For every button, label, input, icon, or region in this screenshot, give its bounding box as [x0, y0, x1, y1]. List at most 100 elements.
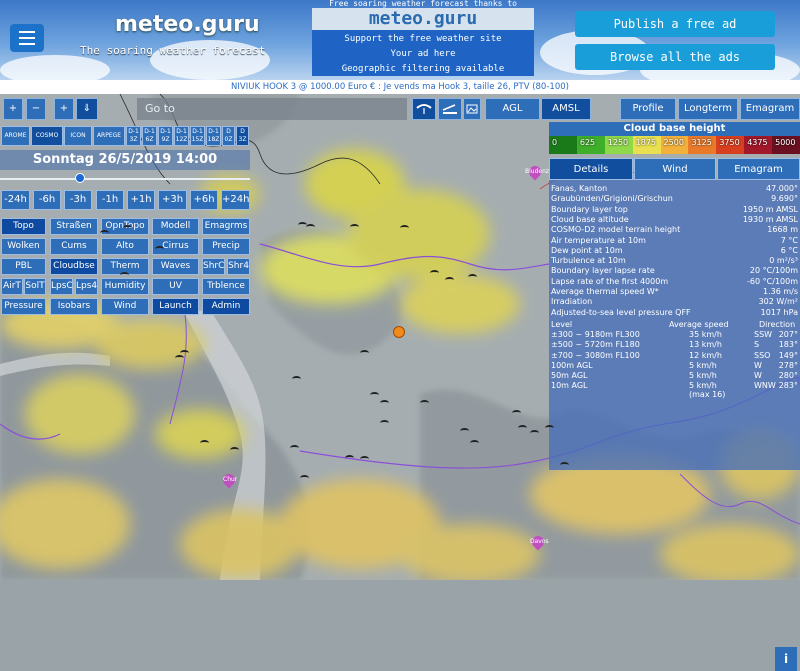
- map-layer-icon[interactable]: [463, 98, 481, 120]
- goto-search-input[interactable]: Go to: [137, 98, 407, 120]
- launch-site-icon[interactable]: [100, 230, 109, 236]
- layer-cloudbase[interactable]: Cloudbse: [50, 258, 98, 275]
- publish-ad-button[interactable]: Publish a free ad: [575, 11, 775, 37]
- day-d-0z[interactable]: D 0Z: [222, 126, 235, 146]
- step-plus-24h[interactable]: +24h: [221, 190, 250, 210]
- forecast-map[interactable]: + − + ⇓ Go to AGL AMSL Profile Longterm …: [0, 94, 800, 671]
- step-minus-1h[interactable]: -1h: [96, 190, 124, 210]
- time-slider-handle[interactable]: [75, 173, 85, 183]
- layer-shr4[interactable]: Shr4: [227, 258, 250, 275]
- amsl-toggle[interactable]: AMSL: [541, 98, 591, 120]
- launch-site-icon[interactable]: [512, 410, 521, 416]
- layer-modell[interactable]: Modell: [152, 218, 199, 235]
- layer-solt[interactable]: SolT: [24, 278, 46, 295]
- landing-icon[interactable]: [438, 98, 462, 120]
- layer-turbulence[interactable]: Trblence: [202, 278, 250, 295]
- launch-site-icon[interactable]: [370, 392, 379, 398]
- launch-site-icon[interactable]: [560, 462, 569, 468]
- agl-toggle[interactable]: AGL: [485, 98, 540, 120]
- launch-site-icon[interactable]: [350, 224, 359, 230]
- launch-site-icon[interactable]: [400, 225, 409, 231]
- launch-site-icon[interactable]: [360, 456, 369, 462]
- emagram-button[interactable]: Emagram: [740, 98, 800, 120]
- step-minus-3h[interactable]: -3h: [64, 190, 92, 210]
- header-ad[interactable]: Free soaring weather forecast thanks to …: [308, 0, 538, 78]
- launch-site-icon[interactable]: [468, 274, 477, 280]
- profile-button[interactable]: Profile: [620, 98, 676, 120]
- ad-ticker[interactable]: NIVIUK HOOK 3 @ 1000.00 Euro € : Je vend…: [0, 80, 800, 94]
- launch-site-icon[interactable]: [420, 400, 429, 406]
- layer-airt[interactable]: AirT: [1, 278, 23, 295]
- layer-alto[interactable]: Alto: [101, 238, 149, 255]
- launch-site-icon[interactable]: [123, 225, 132, 231]
- model-arpege[interactable]: ARPEGE: [93, 126, 125, 146]
- step-minus-6h[interactable]: -6h: [33, 190, 61, 210]
- layer-launch[interactable]: Launch: [152, 298, 199, 315]
- launch-site-icon[interactable]: [530, 430, 539, 436]
- site-title[interactable]: meteo.guru: [115, 12, 260, 37]
- layer-humidity[interactable]: Humidity: [101, 278, 149, 295]
- launch-site-icon[interactable]: [230, 447, 239, 453]
- day-d1-12z[interactable]: D-1 12Z: [174, 126, 189, 146]
- tab-details[interactable]: Details: [549, 158, 633, 180]
- browse-ads-button[interactable]: Browse all the ads: [575, 44, 775, 70]
- launch-site-icon[interactable]: [430, 270, 439, 276]
- selected-location-marker[interactable]: [393, 326, 405, 338]
- launch-site-icon[interactable]: [306, 224, 315, 230]
- step-plus-3h[interactable]: +3h: [158, 190, 187, 210]
- launch-site-icon[interactable]: [360, 350, 369, 356]
- layer-waves[interactable]: Waves: [152, 258, 199, 275]
- launch-site-icon[interactable]: [445, 277, 454, 283]
- day-d1-6z[interactable]: D-1 6Z: [142, 126, 157, 146]
- step-plus-1h[interactable]: +1h: [127, 190, 155, 210]
- layer-uv[interactable]: UV: [152, 278, 199, 295]
- layer-cums[interactable]: Cums: [50, 238, 98, 255]
- tab-emagram[interactable]: Emagram: [717, 158, 800, 180]
- layer-precip[interactable]: Precip: [202, 238, 250, 255]
- launch-site-icon[interactable]: [155, 246, 164, 252]
- tab-wind[interactable]: Wind: [634, 158, 716, 180]
- launch-site-icon[interactable]: [345, 455, 354, 461]
- info-button[interactable]: i: [775, 647, 797, 671]
- launch-site-icon[interactable]: [120, 272, 129, 278]
- time-slider-track[interactable]: [0, 178, 250, 180]
- longterm-button[interactable]: Longterm: [678, 98, 738, 120]
- day-d-3z[interactable]: D 3Z: [236, 126, 249, 146]
- paraglider-launch-icon[interactable]: [412, 98, 436, 120]
- model-icon[interactable]: ICON: [64, 126, 92, 146]
- day-d1-9z[interactable]: D-1 9Z: [158, 126, 173, 146]
- layer-lpsc[interactable]: LpsC: [50, 278, 73, 295]
- day-d1-3z[interactable]: D-1 3Z: [126, 126, 141, 146]
- launch-site-icon[interactable]: [292, 376, 301, 382]
- step-minus-24h[interactable]: -24h: [1, 190, 30, 210]
- layer-lps4[interactable]: Lps4: [75, 278, 98, 295]
- model-arome[interactable]: AROME: [1, 126, 30, 146]
- model-cosmo[interactable]: COSMO: [31, 126, 63, 146]
- launch-site-icon[interactable]: [300, 475, 309, 481]
- add-button[interactable]: +: [54, 98, 74, 120]
- launch-site-icon[interactable]: [380, 420, 389, 426]
- layer-wind[interactable]: Wind: [101, 298, 149, 315]
- layer-admin[interactable]: Admin: [202, 298, 250, 315]
- download-arrow-icon[interactable]: ⇓: [76, 98, 98, 120]
- launch-site-icon[interactable]: [380, 400, 389, 406]
- launch-site-icon[interactable]: [470, 440, 479, 446]
- layer-wolken[interactable]: Wolken: [1, 238, 46, 255]
- layer-isobars[interactable]: Isobars: [50, 298, 98, 315]
- menu-button[interactable]: [10, 24, 44, 52]
- launch-site-icon[interactable]: [200, 440, 209, 446]
- layer-pbl[interactable]: PBL: [1, 258, 46, 275]
- launch-site-icon[interactable]: [175, 355, 184, 361]
- day-d1-18z[interactable]: D-1 18Z: [206, 126, 221, 146]
- zoom-out-button[interactable]: −: [26, 98, 46, 120]
- launch-site-icon[interactable]: [545, 425, 554, 431]
- zoom-in-button[interactable]: +: [3, 98, 23, 120]
- launch-site-icon[interactable]: [290, 445, 299, 451]
- layer-pressure[interactable]: Pressure: [1, 298, 46, 315]
- layer-strassen[interactable]: Straßen: [50, 218, 98, 235]
- layer-emagrms[interactable]: Emagrms: [202, 218, 250, 235]
- layer-shrc[interactable]: ShrC: [202, 258, 225, 275]
- launch-site-icon[interactable]: [460, 428, 469, 434]
- layer-topo[interactable]: Topo: [1, 218, 46, 235]
- day-d1-15z[interactable]: D-1 15Z: [190, 126, 205, 146]
